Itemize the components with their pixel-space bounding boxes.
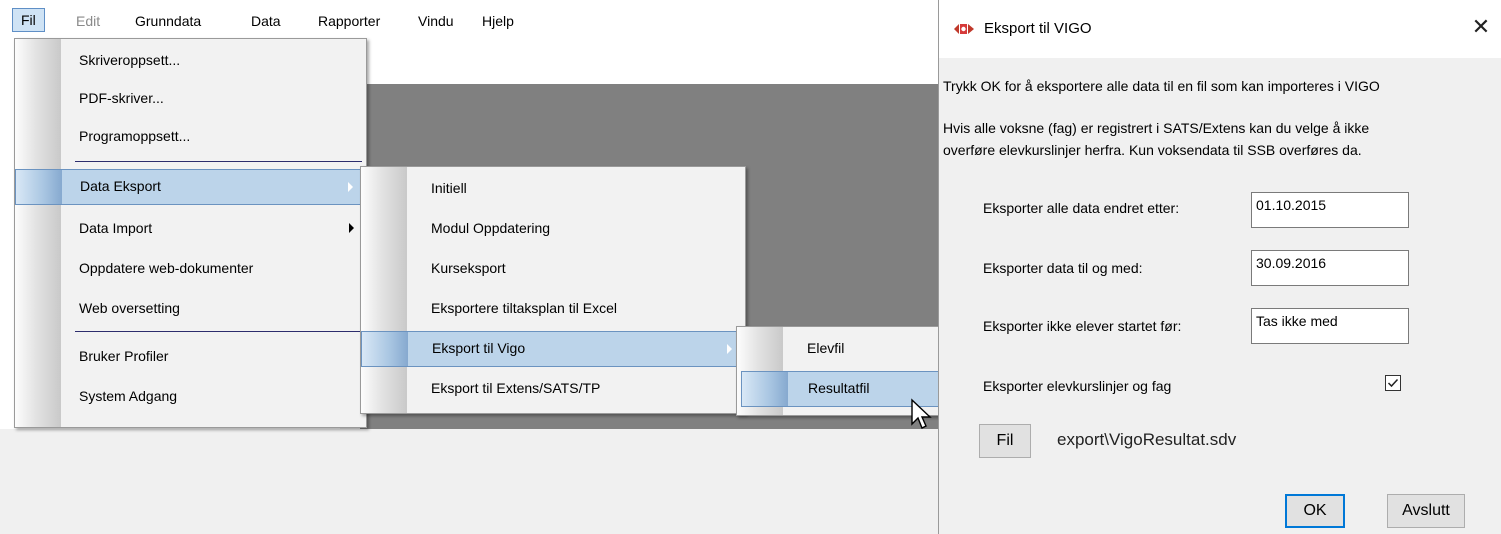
menu-data[interactable]: Data [251, 10, 281, 32]
changed-after-label: Eksporter alle data endret etter: [983, 200, 1180, 216]
file-path-text: export\VigoResultat.sdv [1057, 430, 1237, 449]
info-text-line2: overføre elevkurslinjer herfra. Kun voks… [943, 142, 1362, 158]
menu-item-programoppsett[interactable]: Programoppsett... [15, 119, 366, 155]
menu-bar: Fil Edit Grunndata Data Rapporter Vindu … [0, 0, 940, 38]
submenu-arrow-icon [348, 182, 353, 192]
menu-rapporter[interactable]: Rapporter [318, 10, 380, 32]
menu-hjelp[interactable]: Hjelp [482, 10, 514, 32]
menu-item-modul-oppdatering[interactable]: Modul Oppdatering [361, 211, 745, 247]
menu-item-data-import[interactable]: Data Import [15, 211, 366, 247]
until-input[interactable]: 30.09.2016 [1251, 250, 1409, 286]
menu-vindu[interactable]: Vindu [418, 10, 454, 32]
courses-label: Eksporter elevkurslinjer og fag [983, 378, 1172, 394]
mouse-cursor-icon [911, 398, 932, 429]
app-logo-icon [954, 24, 974, 34]
exit-button[interactable]: Avslutt [1387, 494, 1465, 528]
submenu-arrow-icon [349, 223, 354, 233]
dialog-body: Trykk OK for å eksportere alle data til … [939, 58, 1501, 534]
menu-item-oppdatere-web-dokumenter[interactable]: Oppdatere web-dokumenter [15, 251, 366, 287]
dialog-title: Eksport til VIGO [984, 20, 1092, 37]
changed-after-input[interactable]: 01.10.2015 [1251, 192, 1409, 228]
export-vigo-dialog: Eksport til VIGO ✕ Trykk OK for å ekspor… [938, 0, 1501, 534]
menu-item-skriveroppsett[interactable]: Skriveroppsett... [15, 43, 366, 79]
menu-item-eksport-til-extens[interactable]: Eksport til Extens/SATS/TP [361, 371, 745, 407]
info-text-line1: Hvis alle voksne (fag) er registrert i S… [943, 120, 1370, 136]
menu-edit[interactable]: Edit [76, 10, 100, 32]
menu-item-eksport-til-vigo[interactable]: Eksport til Vigo [361, 331, 745, 367]
courses-checkbox[interactable] [1385, 375, 1401, 391]
menu-item-system-adgang[interactable]: System Adgang [15, 379, 366, 415]
menu-item-web-oversetting[interactable]: Web oversetting [15, 291, 366, 327]
file-button[interactable]: Fil [979, 424, 1031, 458]
menu-item-elevfil[interactable]: Elevfil [737, 331, 947, 367]
until-label: Eksporter data til og med: [983, 260, 1143, 276]
ok-button[interactable]: OK [1285, 494, 1345, 528]
menu-item-eksportere-tiltaksplan[interactable]: Eksportere tiltaksplan til Excel [361, 291, 745, 327]
menu-item-kurseksport[interactable]: Kurseksport [361, 251, 745, 287]
menu-grunndata[interactable]: Grunndata [135, 10, 201, 32]
menu-item-initiell[interactable]: Initiell [361, 171, 745, 207]
not-started-label: Eksporter ikke elever startet før: [983, 318, 1182, 334]
status-area [0, 429, 940, 534]
fil-menu: Skriveroppsett... PDF-skriver... Program… [14, 38, 367, 428]
intro-text: Trykk OK for å eksportere alle data til … [943, 78, 1380, 94]
checkmark-icon [1387, 378, 1399, 388]
not-started-input[interactable]: Tas ikke med [1251, 308, 1409, 344]
close-icon[interactable]: ✕ [1466, 12, 1496, 42]
menu-item-data-eksport[interactable]: Data Eksport [15, 169, 366, 205]
menu-fil[interactable]: Fil [12, 8, 45, 32]
menu-separator [75, 161, 362, 162]
data-eksport-submenu: Initiell Modul Oppdatering Kurseksport E… [360, 166, 746, 414]
menu-item-pdf-skriver[interactable]: PDF-skriver... [15, 81, 366, 117]
menu-separator [75, 331, 362, 332]
submenu-arrow-icon [727, 344, 732, 354]
dialog-titlebar: Eksport til VIGO ✕ [939, 0, 1501, 58]
main-application: Fil Edit Grunndata Data Rapporter Vindu … [0, 0, 949, 534]
menu-item-bruker-profiler[interactable]: Bruker Profiler [15, 339, 366, 375]
